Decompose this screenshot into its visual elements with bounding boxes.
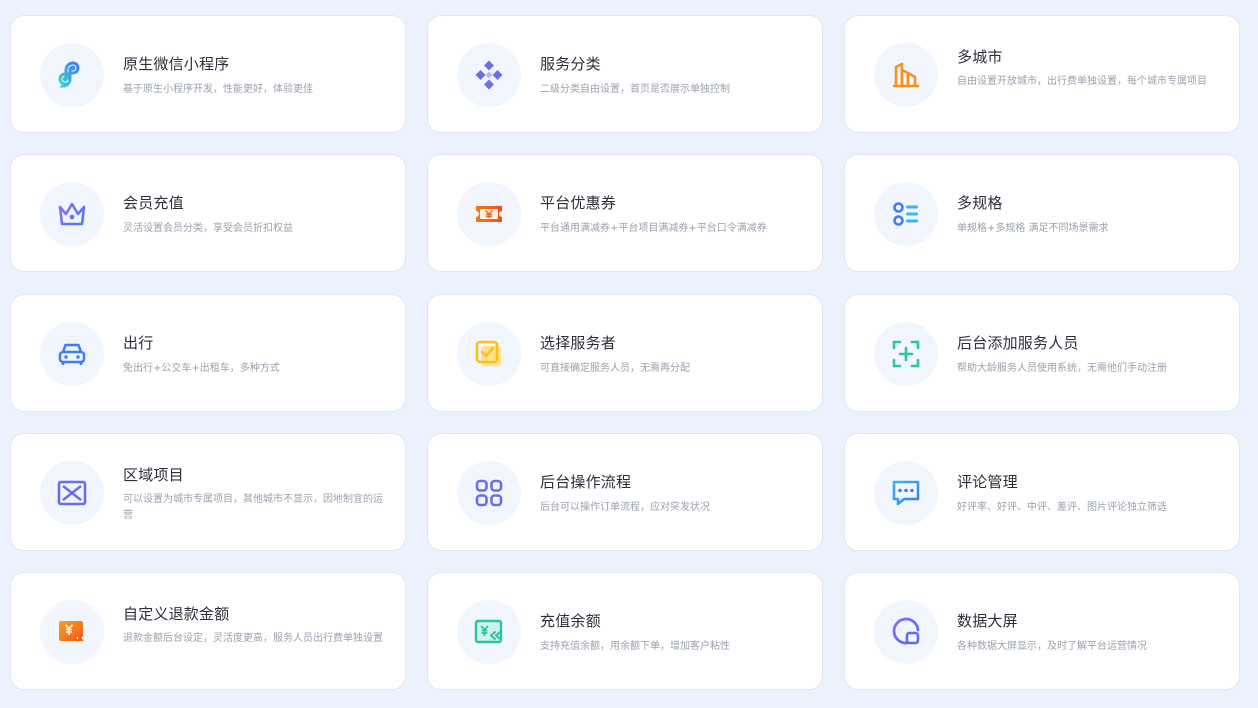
feature-desc: 可直接确定服务人员，无需再分配 (540, 363, 690, 374)
feature-desc: 基于原生小程序开发，性能更好，体验更佳 (123, 84, 313, 95)
feature-desc: 自由设置开放城市，出行费单独设置，每个城市专属项目 (957, 76, 1207, 87)
feature-grid: 原生微信小程序 基于原生小程序开发，性能更好，体验更佳 服务分类 二级分类自由设… (0, 0, 1258, 708)
feature-card-multi-city[interactable]: 多城市 自由设置开放城市，出行费单独设置，每个城市专属项目 (844, 15, 1240, 133)
feature-card-custom-refund[interactable]: 自定义退款金额 退款金额后台设定，灵活度更高，服务人员出行费单独设置 (10, 572, 406, 690)
feature-card-choose-provider[interactable]: 选择服务者 可直接确定服务人员，无需再分配 (427, 294, 823, 412)
feature-desc: 二级分类自由设置，首页是否展示单独控制 (540, 84, 730, 95)
feature-title: 原生微信小程序 (123, 55, 230, 73)
feature-desc: 帮助大龄服务人员使用系统，无需他们手动注册 (957, 363, 1167, 374)
icon-circle (457, 600, 521, 664)
feature-desc: 可以设置为城市专属项目，其他城市不显示，因地制宜的运营 (123, 494, 383, 521)
feature-title: 出行 (123, 334, 154, 352)
icon-circle (40, 43, 104, 107)
city-building-icon (893, 62, 919, 88)
feature-card-multi-spec[interactable]: 多规格 单规格+多规格 满足不同场景需求 (844, 154, 1240, 272)
icon-circle (40, 182, 104, 246)
check-card-icon (475, 340, 501, 366)
refund-icon (59, 621, 84, 642)
icon-circle (457, 182, 521, 246)
feature-card-travel[interactable]: 出行 免出行+公交车+出租车，多种方式 (10, 294, 406, 412)
icon-circle (874, 182, 938, 246)
feature-card-review-management[interactable]: 评论管理 好评率、好评、中评、差评、图片评论独立筛选 (844, 433, 1240, 551)
spec-list-icon (893, 202, 918, 226)
category-diamond-icon (475, 60, 503, 90)
feature-desc: 后台可以操作订单流程，应对突发状况 (540, 502, 710, 513)
icon-circle (40, 600, 104, 664)
feature-title: 多规格 (957, 194, 1003, 212)
feature-card-region-project[interactable]: 区域项目 可以设置为城市专属项目，其他城市不显示，因地制宜的运营 (10, 433, 406, 551)
icon-circle (457, 43, 521, 107)
feature-title: 后台操作流程 (540, 473, 632, 491)
add-person-icon (892, 340, 920, 368)
feature-title: 后台添加服务人员 (957, 334, 1079, 352)
car-icon (58, 343, 86, 365)
feature-card-recharge-balance[interactable]: 充值余额 支持充值余额，用余额下单，增加客户粘性 (427, 572, 823, 690)
region-map-icon (57, 480, 87, 506)
feature-title: 区域项目 (123, 466, 184, 484)
feature-title: 数据大屏 (957, 612, 1018, 630)
grid-apps-icon (475, 479, 503, 507)
feature-title: 充值余额 (540, 612, 601, 630)
icon-circle (40, 322, 104, 386)
feature-desc: 单规格+多规格 满足不同场景需求 (957, 223, 1109, 234)
icon-circle (874, 322, 938, 386)
icon-circle (874, 461, 938, 525)
feature-desc: 灵活设置会员分类，享受会员折扣权益 (123, 223, 293, 234)
coupon-icon (476, 206, 502, 222)
crown-icon (58, 202, 86, 226)
feature-card-member-recharge[interactable]: 会员充值 灵活设置会员分类，享受会员折扣权益 (10, 154, 406, 272)
feature-title: 服务分类 (540, 55, 601, 73)
feature-desc: 支持充值余额，用余额下单，增加客户粘性 (540, 641, 730, 652)
icon-circle (40, 461, 104, 525)
feature-card-service-category[interactable]: 服务分类 二级分类自由设置，首页是否展示单独控制 (427, 15, 823, 133)
feature-card-platform-coupon[interactable]: 平台优惠券 平台通用满减券+平台项目满减券+平台口令满减券 (427, 154, 823, 272)
feature-desc: 退款金额后台设定，灵活度更高，服务人员出行费单独设置 (123, 633, 383, 644)
icon-circle (874, 43, 938, 107)
feature-title: 选择服务者 (540, 334, 617, 352)
icon-circle (457, 322, 521, 386)
feature-desc: 好评率、好评、中评、差评、图片评论独立筛选 (957, 502, 1167, 513)
feature-card-data-screen[interactable]: 数据大屏 各种数据大屏显示，及时了解平台运营情况 (844, 572, 1240, 690)
feature-desc: 各种数据大屏显示，及时了解平台运营情况 (957, 641, 1147, 652)
icon-circle (457, 461, 521, 525)
feature-desc: 平台通用满减券+平台项目满减券+平台口令满减券 (540, 223, 767, 234)
feature-title: 自定义退款金额 (123, 605, 230, 623)
data-screen-icon (892, 617, 920, 645)
feature-card-wechat-miniprogram[interactable]: 原生微信小程序 基于原生小程序开发，性能更好，体验更佳 (10, 15, 406, 133)
feature-title: 平台优惠券 (540, 194, 617, 212)
feature-title: 会员充值 (123, 194, 184, 212)
feature-card-add-staff[interactable]: 后台添加服务人员 帮助大龄服务人员使用系统，无需他们手动注册 (844, 294, 1240, 412)
feature-desc: 免出行+公交车+出租车，多种方式 (123, 363, 280, 374)
feature-title: 评论管理 (957, 473, 1018, 491)
link-icon (58, 61, 80, 88)
icon-circle (874, 600, 938, 664)
feature-title: 多城市 (957, 48, 1003, 66)
feature-card-backend-workflow[interactable]: 后台操作流程 后台可以操作订单流程，应对突发状况 (427, 433, 823, 551)
comment-icon (892, 480, 920, 506)
recharge-icon (474, 619, 503, 644)
